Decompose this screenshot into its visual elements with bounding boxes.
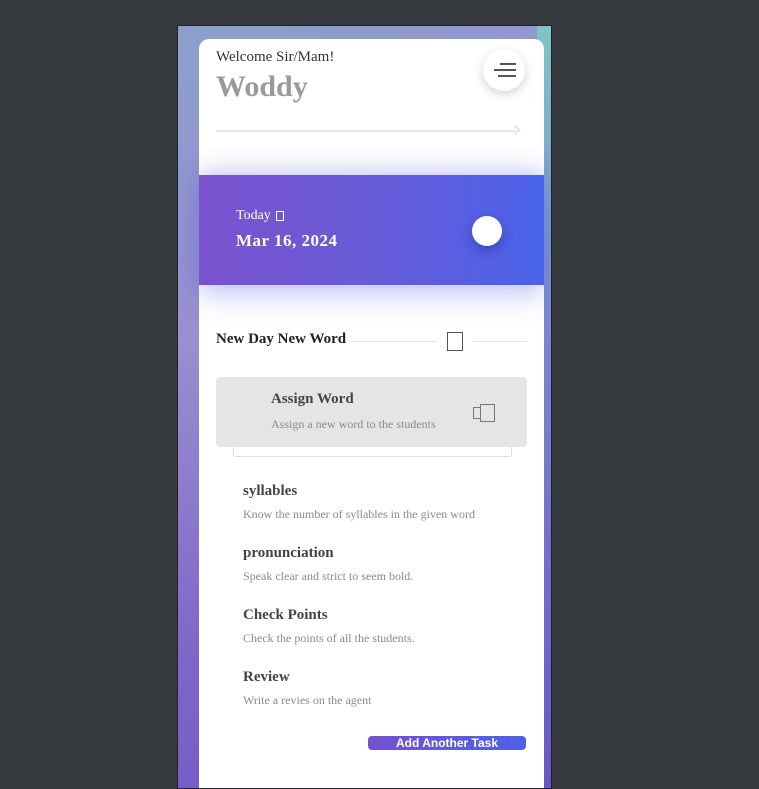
assign-word-subtitle: Assign a new word to the students [271,417,436,431]
task-item[interactable]: syllables Know the number of syllables i… [243,483,475,522]
phone-frame: Welcome Sir/Mam! Woddy Today Mar 16, 202… [177,25,552,789]
calendar-icon [275,210,284,221]
task-title: Check Points [243,607,328,623]
task-item[interactable]: pronunciation Speak clear and strict to … [243,545,413,584]
task-desc: Speak clear and strict to seem bold. [243,569,414,583]
task-title: pronunciation [243,545,334,561]
today-date: Mar 16, 2024 [236,231,338,250]
hamburger-menu-icon[interactable] [483,49,525,91]
section-divider-right [473,341,527,342]
section-divider-left [351,341,437,342]
today-label: Today [236,208,284,224]
welcome-text: Welcome Sir/Mam! [216,49,335,65]
add-task-button[interactable]: Add Another Task [368,736,526,750]
task-title: syllables [243,483,298,499]
divider-arrow [216,130,516,132]
task-desc: Write a revies on the agent [243,693,372,707]
today-banner: Today Mar 16, 2024 [199,175,544,285]
task-item[interactable]: Review Write a revies on the agent [243,669,371,708]
user-name: Woddy [216,70,308,103]
task-desc: Know the number of syllables in the give… [243,507,475,521]
main-card: Welcome Sir/Mam! Woddy Today Mar 16, 202… [199,39,544,788]
today-label-text: Today [236,208,271,223]
assign-word-card[interactable]: Assign Word Assign a new word to the stu… [216,377,527,447]
copy-icon[interactable] [473,404,495,422]
bookmark-icon[interactable] [447,332,463,351]
date-toggle-button[interactable] [472,216,502,246]
task-item[interactable]: Check Points Check the points of all the… [243,607,415,646]
arrow-right-icon [509,124,521,136]
section-title: New Day New Word [216,331,347,347]
task-title: Review [243,669,290,685]
task-desc: Check the points of all the students. [243,631,415,645]
assign-word-title: Assign Word [271,391,354,407]
